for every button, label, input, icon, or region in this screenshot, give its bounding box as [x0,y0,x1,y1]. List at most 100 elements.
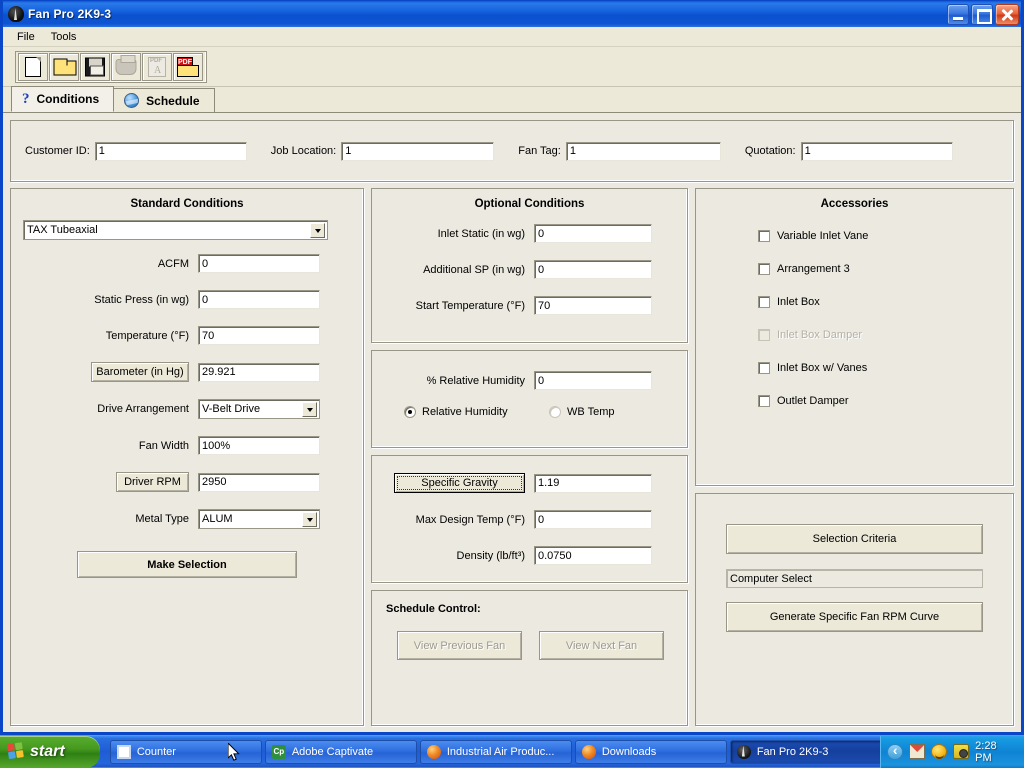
fan-type-combobox[interactable]: TAX Tubeaxial [23,220,328,240]
taskbar-item-counter[interactable]: Counter [110,740,262,764]
taskbar-item-fan-pro[interactable]: Fan Pro 2K9-3 [730,740,880,764]
additional-sp-input[interactable] [534,260,652,279]
taskbar-item-downloads[interactable]: Downloads [575,740,727,764]
window-title: Fan Pro 2K9-3 [28,7,947,21]
inlet-static-input[interactable] [534,224,652,243]
relative-humidity-input[interactable] [534,371,652,390]
metal-type-combobox[interactable]: ALUM [198,509,320,529]
job-location-label: Job Location: [271,145,336,157]
checkbox-inlet-box-with-vanes[interactable]: Inlet Box w/ Vanes [758,362,1013,374]
taskbar-item-industrial-air-label: Industrial Air Produc... [447,746,555,758]
window-controls [947,4,1019,25]
checkbox-inlet-box-label: Inlet Box [777,296,820,308]
temperature-label: Temperature (°F) [23,330,198,342]
minimize-button[interactable] [947,4,969,25]
max-design-temp-input[interactable] [534,510,652,529]
barometer-row: Barometer (in Hg) [23,362,351,382]
radio-button-icon [549,406,561,418]
menu-item-file[interactable]: File [9,29,43,45]
driver-rpm-input[interactable] [198,473,320,492]
taskbar-item-industrial-air[interactable]: Industrial Air Produc... [420,740,572,764]
camera-icon[interactable] [953,744,969,759]
static-press-label: Static Press (in wg) [23,294,198,306]
selection-panel: Selection Criteria Generate Specific Fan… [695,493,1014,726]
tab-conditions[interactable]: ? Conditions [11,86,114,112]
checkbox-outlet-damper[interactable]: Outlet Damper [758,395,1013,407]
close-button[interactable] [995,4,1019,25]
checkbox-inlet-box[interactable]: Inlet Box [758,296,1013,308]
view-next-fan-button[interactable]: View Next Fan [539,631,664,660]
barometer-input[interactable] [198,363,320,382]
taskbar-item-adobe-captivate[interactable]: Cp Adobe Captivate [265,740,417,764]
radio-wb-temp[interactable]: WB Temp [549,406,614,418]
radio-relative-humidity[interactable]: Relative Humidity [404,406,549,418]
acfm-input[interactable] [198,254,320,273]
firefox-icon [427,745,441,759]
barometer-button[interactable]: Barometer (in Hg) [91,362,189,382]
quotation-field-group: Quotation: [745,142,953,161]
close-icon [996,5,1018,24]
customer-id-field-group: Customer ID: [25,142,247,161]
checkbox-variable-inlet-vane-label: Variable Inlet Vane [777,230,868,242]
chevron-left-icon[interactable] [887,744,903,760]
fan-tag-field-group: Fan Tag: [518,142,721,161]
start-temperature-input[interactable] [534,296,652,315]
chevron-down-icon[interactable] [302,512,317,527]
generate-fan-rpm-curve-button[interactable]: Generate Specific Fan RPM Curve [726,602,983,632]
temperature-input[interactable] [198,326,320,345]
specific-gravity-panel: Specific Gravity Max Design Temp (°F) De… [371,455,688,583]
checkbox-icon [758,329,770,341]
make-selection-button[interactable]: Make Selection [77,551,297,578]
pdf-view-button [142,53,172,81]
job-location-field-group: Job Location: [271,142,494,161]
max-design-temp-row: Max Design Temp (°F) [382,510,672,529]
new-file-button[interactable] [18,53,48,81]
minimize-icon [948,5,968,24]
inlet-static-row: Inlet Static (in wg) [382,224,672,243]
save-file-button[interactable] [80,53,110,81]
maximize-button[interactable] [971,4,993,25]
menu-item-tools[interactable]: Tools [43,29,85,45]
drive-arrangement-combobox[interactable]: V-Belt Drive [198,399,320,419]
printer-icon [116,59,137,75]
checkbox-arrangement-3[interactable]: Arrangement 3 [758,263,1013,275]
fan-type-value: TAX Tubeaxial [27,224,98,236]
job-location-input[interactable] [341,142,494,161]
fan-tag-input[interactable] [566,142,721,161]
specific-gravity-input[interactable] [534,474,652,493]
specific-gravity-button[interactable]: Specific Gravity [394,473,525,493]
view-previous-fan-button[interactable]: View Previous Fan [397,631,522,660]
smiley-icon[interactable] [931,744,947,759]
chevron-down-icon[interactable] [302,402,317,417]
radio-relative-humidity-label: Relative Humidity [422,406,508,418]
customer-id-input[interactable] [95,142,247,161]
static-press-input[interactable] [198,290,320,309]
density-input[interactable] [534,546,652,565]
optional-conditions-column: Optional Conditions Inlet Static (in wg)… [371,188,688,726]
driver-rpm-button[interactable]: Driver RPM [116,472,189,492]
drive-arrangement-label: Drive Arrangement [23,403,198,415]
standard-conditions-title: Standard Conditions [11,189,363,212]
pdf-export-button[interactable] [173,53,203,81]
selection-criteria-button[interactable]: Selection Criteria [726,524,983,554]
checkbox-variable-inlet-vane[interactable]: Variable Inlet Vane [758,230,1013,242]
tab-schedule[interactable]: Schedule [113,88,214,112]
temperature-row: Temperature (°F) [23,326,351,345]
start-button[interactable]: start [0,736,100,768]
pdf-icon [148,57,166,77]
mail-icon[interactable] [909,744,925,759]
acfm-row: ACFM [23,254,351,273]
taskbar-clock[interactable]: 2:28 PM [975,740,1016,764]
metal-type-value: ALUM [202,513,233,525]
relative-humidity-row: % Relative Humidity [382,371,672,390]
fan-width-row: Fan Width [23,436,351,455]
taskbar-item-counter-label: Counter [137,746,176,758]
taskbar-items: Counter Cp Adobe Captivate Industrial Ai… [100,740,880,764]
checkbox-icon [758,230,770,242]
density-row: Density (lb/ft³) [382,546,672,565]
static-press-row: Static Press (in wg) [23,290,351,309]
open-file-button[interactable] [49,53,79,81]
fan-width-input[interactable] [198,436,320,455]
chevron-down-icon[interactable] [310,223,325,238]
quotation-input[interactable] [801,142,953,161]
